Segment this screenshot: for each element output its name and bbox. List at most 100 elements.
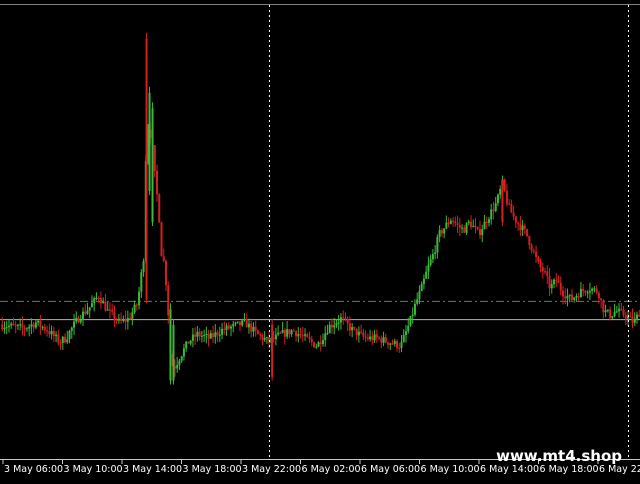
candle-body: [207, 333, 210, 339]
candle-body: [382, 337, 385, 343]
candle-body: [245, 319, 248, 328]
candle-body: [230, 326, 233, 329]
candle-body: [28, 326, 31, 329]
candle-body: [120, 318, 123, 322]
candle-body: [182, 348, 185, 357]
candle-body: [52, 330, 55, 337]
candle-body: [456, 223, 459, 225]
time-tick-label: 3 May 14:00: [123, 464, 182, 475]
candle-body: [55, 334, 58, 337]
spike-candle-body: [145, 38, 148, 300]
candle-body: [438, 230, 441, 237]
time-tick-label: 3 May 22:00: [242, 464, 301, 475]
price-chart[interactable]: 3 May 06:00 3 May 10:00 3 May 14:00 3 May 1…: [0, 0, 640, 480]
candle-body: [68, 330, 71, 340]
candle-body: [333, 325, 336, 328]
candle-body: [3, 327, 6, 330]
candle-body: [618, 308, 621, 312]
candle-body: [7, 325, 10, 328]
candle-body: [176, 364, 179, 369]
candle-body: [299, 334, 302, 336]
candle-body: [429, 259, 432, 265]
candle-body: [12, 323, 15, 326]
candle-body: [514, 216, 517, 223]
candle-body: [209, 333, 212, 339]
candle-body: [142, 260, 145, 273]
candle-body: [409, 316, 412, 326]
candle-body: [586, 292, 589, 294]
candle-body: [512, 212, 515, 217]
candle-body: [301, 335, 304, 337]
candle-body: [351, 327, 354, 331]
candle-body: [113, 311, 116, 320]
candle-body: [339, 317, 342, 323]
candle-body: [70, 327, 73, 331]
candle-body: [606, 309, 609, 311]
candle-body: [290, 330, 293, 335]
candle-body: [561, 290, 564, 297]
candle-body: [499, 189, 502, 195]
candle-body: [77, 317, 80, 323]
candle-body: [189, 340, 192, 344]
candle-body: [263, 338, 266, 340]
candle-body: [232, 323, 235, 327]
candle-body: [550, 284, 553, 289]
candle-body: [532, 250, 535, 252]
candle-body: [555, 279, 558, 281]
candle-body: [61, 336, 64, 343]
candle-body: [544, 271, 547, 273]
time-tick-label: 3 May 06:00: [4, 464, 63, 475]
candle-body: [465, 223, 468, 233]
candle-body: [404, 331, 407, 336]
candle-body: [321, 340, 324, 345]
candle-body: [483, 221, 486, 230]
candle-body: [427, 264, 430, 272]
candle-body: [593, 288, 596, 290]
candle-body: [279, 332, 282, 334]
candle-body: [418, 291, 421, 300]
candle-body: [261, 335, 264, 340]
candle-body: [315, 346, 318, 348]
candle-body: [564, 296, 567, 299]
candle-body: [59, 342, 62, 344]
candle-body: [548, 276, 551, 289]
candle-body: [631, 316, 634, 323]
candle-body: [396, 341, 399, 348]
candle-body: [364, 336, 367, 338]
spike-candle-body: [271, 324, 274, 377]
watermark-text: www.mt4.shop: [496, 447, 622, 465]
candle-body: [129, 318, 132, 320]
candle-body: [25, 328, 28, 330]
candle-body: [37, 320, 40, 323]
candle-body: [588, 290, 591, 293]
candle-body: [346, 319, 349, 324]
time-tick-label: 6 May 10:00: [421, 464, 480, 475]
time-tick-label: 6 May 22:: [599, 464, 640, 475]
candle-body: [570, 294, 573, 301]
candle-body: [422, 278, 425, 285]
candle-body: [411, 314, 414, 317]
candle-body: [535, 251, 538, 258]
candle-body: [73, 321, 76, 328]
candle-body: [568, 294, 571, 296]
candle-body: [454, 221, 457, 224]
candle-body: [591, 288, 594, 291]
candle-body: [528, 235, 531, 245]
candlestick-chart-svg[interactable]: 3 May 06:00 3 May 10:00 3 May 14:00 3 May 1…: [0, 0, 640, 480]
candle-body: [221, 329, 224, 335]
candle-body: [43, 326, 46, 331]
candle-body: [304, 334, 307, 336]
candle-body: [162, 256, 165, 261]
chart-background: [0, 0, 640, 480]
candle-body: [16, 324, 19, 326]
candle-body: [223, 329, 226, 331]
candle-body: [187, 341, 190, 344]
candle-body: [138, 291, 141, 306]
candle-body: [39, 320, 42, 327]
candle-body: [407, 325, 410, 332]
candle-body: [57, 334, 60, 343]
candle-body: [310, 339, 313, 343]
candle-body: [624, 315, 627, 319]
time-tick-label: 6 May 06:00: [361, 464, 420, 475]
candle-body: [467, 221, 470, 224]
